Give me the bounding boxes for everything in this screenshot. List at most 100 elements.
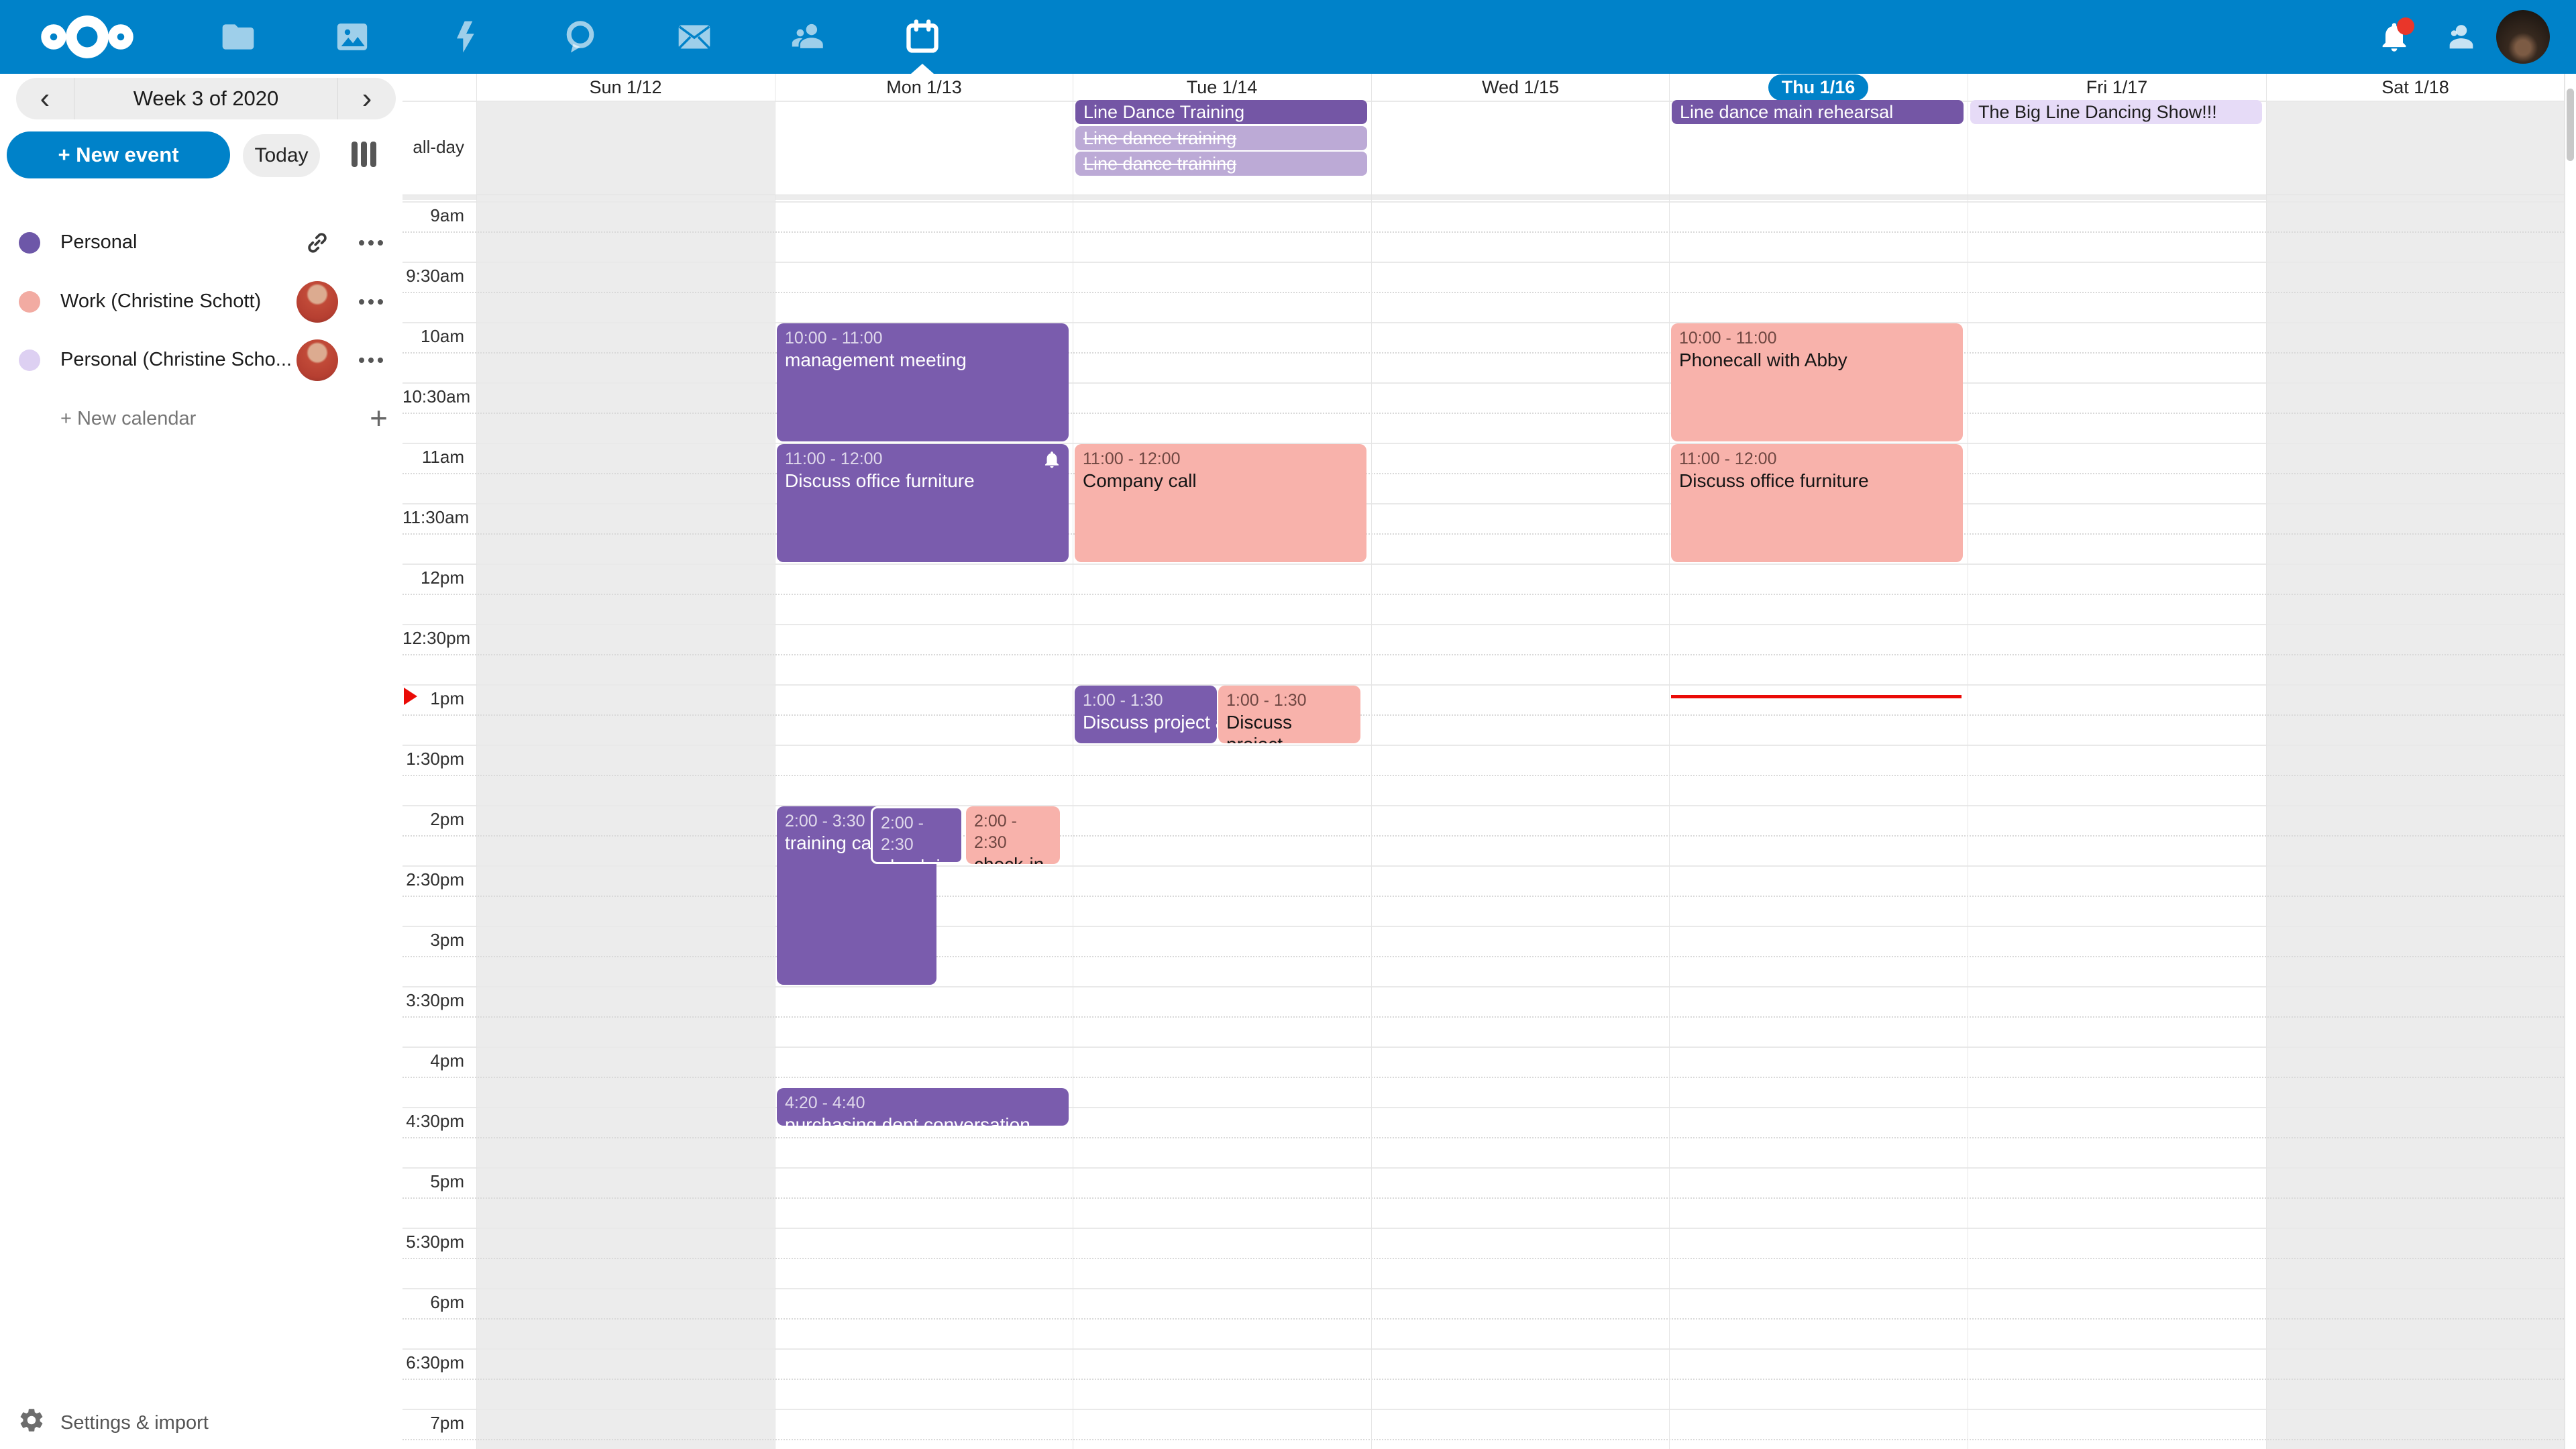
- time-label: 1:30pm: [402, 749, 464, 769]
- gear-icon: [17, 1406, 46, 1440]
- notifications-bell-icon[interactable]: [2371, 0, 2417, 74]
- grid-line: [402, 262, 2564, 263]
- calendar-event[interactable]: 11:00 - 12:00Discuss office furniture: [777, 444, 1069, 562]
- grid-line-minor: [402, 473, 2564, 474]
- week-switcher: ‹ Week 3 of 2020 ›: [16, 78, 396, 119]
- calendar-actions-menu[interactable]: [349, 278, 393, 325]
- all-day-event[interactable]: Line Dance Training: [1075, 100, 1367, 124]
- all-day-event[interactable]: Line dance training: [1075, 152, 1367, 176]
- grid-line-minor: [402, 413, 2564, 414]
- today-button[interactable]: Today: [243, 134, 320, 177]
- event-time: 2:00 - 2:30: [881, 812, 953, 855]
- event-title: check-in: [974, 853, 1052, 864]
- event-time: 4:20 - 4:40: [785, 1092, 1061, 1114]
- time-label: 3:30pm: [402, 990, 464, 1011]
- time-label: 12:30pm: [402, 628, 464, 649]
- time-label: 7pm: [402, 1413, 464, 1434]
- photos-icon[interactable]: [329, 0, 375, 74]
- sidebar: ‹ Week 3 of 2020 › + New event Today Per…: [0, 74, 403, 1449]
- next-week-button[interactable]: ›: [338, 78, 396, 119]
- owner-avatar: [295, 280, 339, 324]
- time-label: 10am: [402, 326, 464, 347]
- grid-line: [402, 745, 2564, 746]
- activity-icon[interactable]: [443, 0, 489, 74]
- event-time: 1:00 - 1:30: [1083, 690, 1209, 711]
- grid-line: [402, 382, 2564, 384]
- calendar-event[interactable]: 10:00 - 11:00management meeting: [777, 323, 1069, 441]
- event-time: 11:00 - 12:00: [1083, 448, 1358, 470]
- settings-import-button[interactable]: Settings & import: [17, 1399, 209, 1446]
- scrollbar-track[interactable]: [2565, 74, 2576, 1449]
- column-border: [1669, 74, 1670, 1449]
- grid-line: [402, 503, 2564, 504]
- user-avatar[interactable]: [2496, 10, 2550, 64]
- column-border: [1371, 74, 1372, 1449]
- time-label: 5pm: [402, 1171, 464, 1192]
- view-mode-icon[interactable]: [352, 142, 378, 167]
- calendar-event[interactable]: 2:00 - 2:30check-in: [966, 806, 1060, 864]
- grid-line: [402, 986, 2564, 987]
- calendar-event[interactable]: 1:00 - 1:30Discuss project announcement: [1075, 686, 1217, 743]
- calendar-color-dot: [19, 291, 40, 313]
- day-header[interactable]: Fri 1/17: [1968, 74, 2266, 101]
- calendar-actions-menu[interactable]: [349, 337, 393, 384]
- day-header[interactable]: Sat 1/18: [2266, 74, 2565, 101]
- day-header[interactable]: Tue 1/14: [1073, 74, 1371, 101]
- grid-line: [402, 1348, 2564, 1350]
- mail-icon[interactable]: [672, 0, 717, 74]
- event-title: Discuss project announcement: [1083, 711, 1209, 733]
- calendar-color-dot: [19, 350, 40, 371]
- calendar-list-item[interactable]: Work (Christine Schott): [0, 278, 402, 325]
- time-label: 9am: [402, 205, 464, 226]
- all-day-event[interactable]: Line dance main rehearsal: [1672, 100, 1964, 124]
- new-calendar-label: + New calendar: [60, 408, 196, 430]
- grid-line: [402, 443, 2564, 444]
- new-event-button[interactable]: + New event: [7, 131, 230, 178]
- time-label: 11:30am: [402, 507, 464, 528]
- talk-icon[interactable]: [557, 0, 603, 74]
- contacts-icon[interactable]: [786, 0, 831, 74]
- day-header[interactable]: Thu 1/16: [1669, 74, 1968, 101]
- grid-line: [402, 564, 2564, 565]
- grid-line: [402, 624, 2564, 625]
- grid-line-minor: [402, 835, 2564, 837]
- plus-icon: +: [370, 400, 388, 436]
- event-title: Company call: [1083, 470, 1358, 492]
- topbar: [0, 0, 2576, 74]
- calendar-event[interactable]: 1:00 - 1:30Discuss project announcement: [1218, 686, 1360, 743]
- all-day-event[interactable]: Line dance training: [1075, 126, 1367, 150]
- calendar-week-view: Sun 1/12Mon 1/13Tue 1/14 Wed 1/15 Thu 1/16…: [402, 74, 2576, 1449]
- day-header[interactable]: Sun 1/12: [476, 74, 775, 101]
- calendar-event[interactable]: 2:00 - 2:30check-in: [871, 806, 963, 864]
- calendar-event[interactable]: 11:00 - 12:00Discuss office furniture: [1671, 444, 1963, 562]
- grid-line-minor: [402, 1137, 2564, 1138]
- files-icon[interactable]: [215, 0, 261, 74]
- day-header[interactable]: Wed 1/15: [1371, 74, 1670, 101]
- column-border: [2266, 74, 2267, 1449]
- time-label: 10:30am: [402, 386, 464, 407]
- day-header-label: Thu 1/16: [1768, 74, 1869, 101]
- scrollbar-thumb[interactable]: [2567, 89, 2574, 161]
- week-label[interactable]: Week 3 of 2020: [74, 78, 337, 119]
- nextcloud-logo[interactable]: [35, 9, 140, 64]
- time-label: 6pm: [402, 1292, 464, 1313]
- grid-line: [402, 1409, 2564, 1410]
- grid-line: [402, 1167, 2564, 1169]
- calendar-event[interactable]: 11:00 - 12:00Company call: [1075, 444, 1366, 562]
- contacts-menu-icon[interactable]: [2438, 0, 2484, 74]
- previous-week-button[interactable]: ‹: [16, 78, 74, 119]
- share-link-icon[interactable]: [295, 221, 339, 265]
- event-title: check-in: [881, 855, 953, 864]
- calendar-list-item[interactable]: Personal: [0, 219, 402, 266]
- day-header-label: Wed 1/15: [1482, 77, 1559, 98]
- new-calendar-button[interactable]: + New calendar +: [0, 396, 402, 443]
- calendar-event[interactable]: 4:20 - 4:40purchasing dept conversation: [777, 1088, 1069, 1126]
- grid-line: [402, 684, 2564, 686]
- grid-line: [402, 1046, 2564, 1048]
- calendar-event[interactable]: 10:00 - 11:00Phonecall with Abby: [1671, 323, 1963, 441]
- all-day-event[interactable]: The Big Line Dancing Show!!!: [1970, 100, 2262, 124]
- day-header[interactable]: Mon 1/13: [775, 74, 1073, 101]
- calendar-list-item[interactable]: Personal (Christine Scho...: [0, 337, 402, 384]
- calendar-actions-menu[interactable]: [349, 219, 393, 266]
- calendar-icon-active[interactable]: [900, 0, 945, 74]
